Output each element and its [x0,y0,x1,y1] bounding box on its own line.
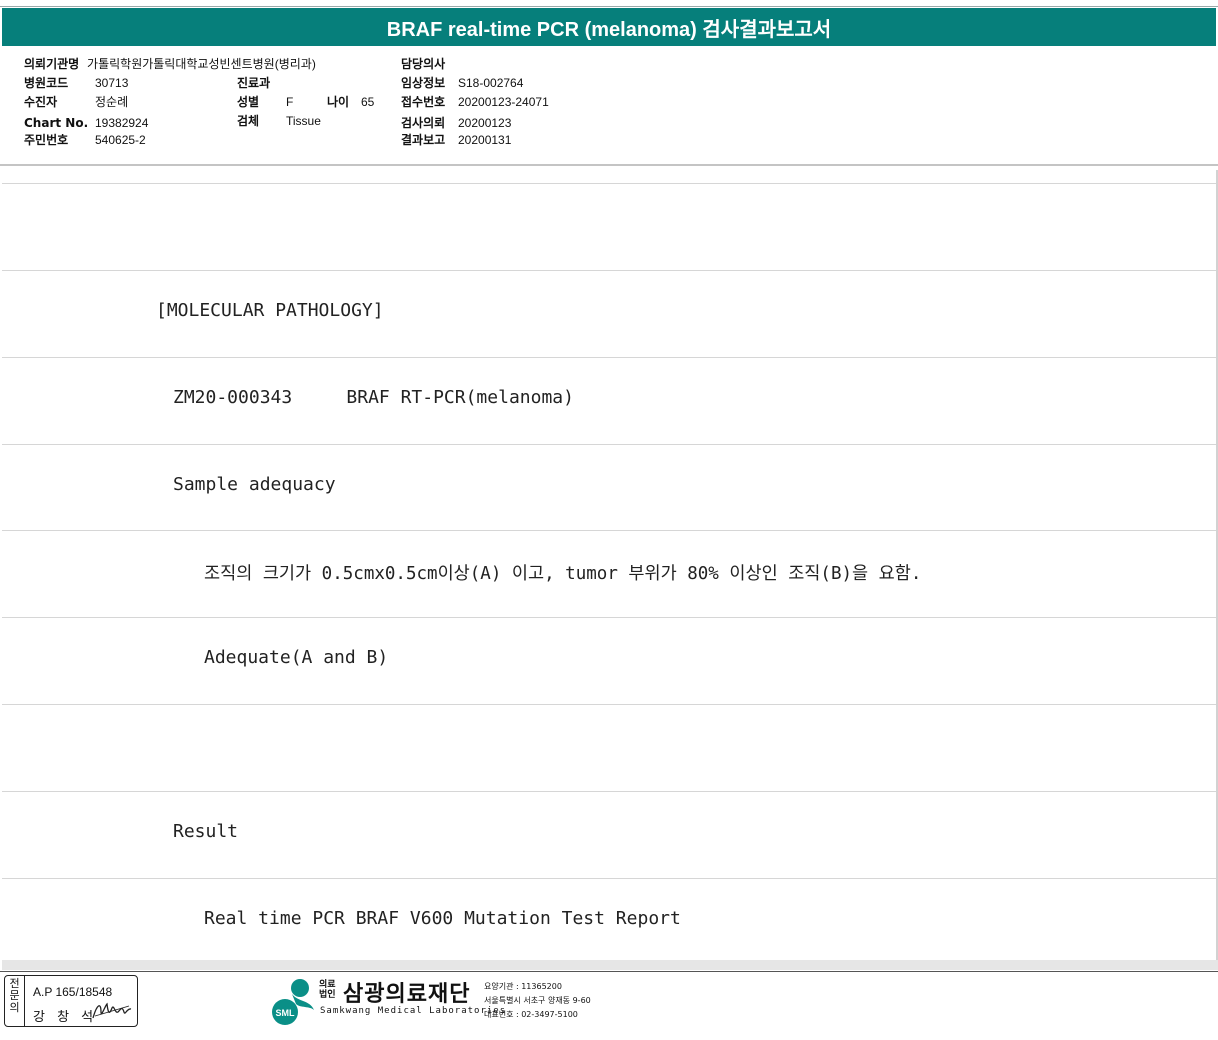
top-border [0,6,1218,7]
line-text: 조직의 크기가 0.5cmx0.5cm이상(A) 이고, tumor 부위가 8… [204,564,922,584]
report-line: 조직의 크기가 0.5cmx0.5cm이상(A) 이고, tumor 부위가 8… [2,530,1216,618]
line-text: Real time PCR BRAF V600 Mutation Test Re… [204,908,681,929]
line-text: ZM20-000343 BRAF RT-PCR(melanoma) [173,387,574,408]
org-name: 삼광의료재단 [343,982,471,1007]
report-body: [MOLECULAR PATHOLOGY] ZM20-000343 BRAF R… [0,170,1218,960]
result-date-label: 결과보고 [401,133,446,147]
specimen-label: 검체 [237,114,260,128]
report-line: [MOLECULAR PATHOLOGY] [2,270,1216,358]
org-english-name: Samkwang Medical Laboratories [320,1006,507,1016]
report-line [2,183,1216,271]
receipt-value: 20200123-24071 [458,95,549,109]
report-line: ZM20-000343 BRAF RT-PCR(melanoma) [2,357,1216,445]
sex-value: F [286,95,294,109]
doctor-label: 담당의사 [401,57,446,71]
report-line: Adequate(A and B) [2,617,1216,705]
age-label: 나이 [327,95,350,109]
footer-band [2,960,1218,970]
signature-icon [92,1002,132,1019]
sml-logo-icon: SML [272,979,314,1025]
org-type-2: 법인 [319,990,336,1000]
hospital-code-label: 병원코드 [24,76,69,90]
line-text: [MOLECULAR PATHOLOGY] [156,300,384,321]
result-date-value: 20200131 [458,133,512,147]
request-value: 20200123 [458,116,512,130]
chart-value: 19382924 [95,116,149,130]
stamp-side-label: 전문의 [5,976,25,1026]
report-line: Real time PCR BRAF V600 Mutation Test Re… [2,878,1216,960]
chart-label: Chart No. [24,116,89,130]
request-label: 검사의뢰 [401,116,446,130]
stamp-name: 강 창 석 [33,1010,98,1025]
org-address: 서울특별시 서초구 양재동 9-60 [484,996,591,1005]
stamp-side-text: 전문의 [9,977,20,1014]
row-divider [2,170,1216,184]
receipt-label: 접수번호 [401,95,446,109]
org-phone: 대표번호 : 02-3497-5100 [484,1010,578,1019]
department-label: 진료과 [237,76,271,90]
org-type-1: 의료 [319,980,336,990]
stamp-ap: A.P 165/18548 [33,985,113,999]
patient-value: 정순례 [95,95,129,109]
resident-value: 540625-2 [95,133,146,147]
specialist-stamp: 전문의 A.P 165/18548 강 창 석 [4,975,138,1027]
sex-label: 성별 [237,95,260,109]
patient-label: 수진자 [24,95,58,109]
resident-label: 주민번호 [24,133,69,147]
institution-value: 가톨릭학원가톨릭대학교성빈센트병원(병리과) [87,57,316,71]
report-line: Sample adequacy [2,444,1216,531]
footer-line [0,971,1218,972]
specimen-value: Tissue [286,114,321,128]
org-code: 요양기관 : 11365200 [484,982,562,991]
line-text: Sample adequacy [173,474,336,495]
header-separator [0,164,1218,166]
hospital-code-value: 30713 [95,76,129,90]
org-type: 의료 법인 [319,980,336,1000]
report-title: BRAF real-time PCR (melanoma) 검사결과보고서 [2,8,1216,46]
report-line [2,704,1216,792]
line-text: Adequate(A and B) [204,647,389,668]
age-value: 65 [361,95,375,109]
report-line: Result [2,791,1216,879]
clinical-label: 임상정보 [401,76,446,90]
clinical-value: S18-002764 [458,76,524,90]
logo-text: SML [276,1008,296,1018]
institution-label: 의뢰기관명 [24,57,80,71]
line-text: Result [173,821,239,842]
